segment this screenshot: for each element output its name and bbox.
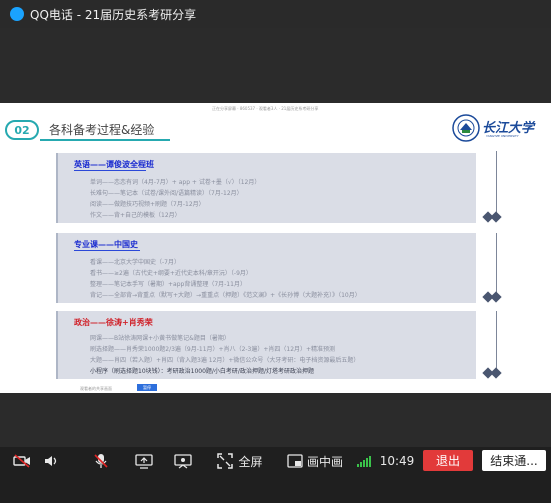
- qq-call-window: QQ电话 - 21届历史系考研分享 正在分享屏幕 · 860537 · 观看者3…: [0, 0, 551, 503]
- decor-line: [496, 311, 497, 375]
- speaker-button[interactable]: [40, 449, 62, 473]
- politics-heading: 政治——徐涛+肖秀荣: [74, 318, 153, 327]
- english-card: 英语——谭俊波全程班 单词——恋恋有词（4月-7月）+ app + 试卷+墨（√…: [56, 153, 476, 223]
- shared-screen-slide: 正在分享屏幕 · 860537 · 观看者3人 · 21届历史系考研分享 02 …: [0, 103, 551, 393]
- fullscreen-label: 全屏: [238, 454, 263, 469]
- heading-underline: [74, 250, 140, 251]
- fullscreen-icon: [217, 453, 234, 469]
- presentation-icon: [174, 453, 192, 468]
- card-line: 作文——背+自己的模板（12月）: [90, 212, 181, 219]
- end-call-button[interactable]: 结束通...: [482, 450, 546, 471]
- university-english-name: YANGTZE UNIVERSITY: [486, 134, 519, 138]
- speaker-icon: [45, 456, 57, 466]
- decor-diamond: [490, 291, 502, 303]
- presentation-button[interactable]: [172, 449, 194, 473]
- card-line: 长难句——笔记本（试卷/课外阅/语篇精读）（7月-12月）: [90, 190, 243, 197]
- section-underline: [40, 139, 170, 141]
- english-heading: 英语——谭俊波全程班: [74, 160, 154, 169]
- history-card: 专业课——中国史 看课——北京大学中国史（-7月） 看书——≥2遍（古代史+纲要…: [56, 233, 476, 303]
- card-line: 单词——恋恋有词（4月-7月）+ app + 试卷+墨（√）（12月）: [90, 179, 261, 186]
- video-off-button[interactable]: [10, 449, 34, 473]
- card-line: 大题——肖四（若入题）+肖四（背入题3遍 12月）+微信公众号（大牙考研：电子档…: [90, 357, 360, 364]
- card-line: 背记——全部背→背重点（默写+大题）→重重点（押题）《范文澜》+《长孙博（大题补…: [90, 292, 361, 299]
- university-logo: 长江大学 YANGTZE UNIVERSITY: [452, 114, 542, 144]
- exit-button[interactable]: 退出: [423, 450, 473, 471]
- share-info-bar: 正在分享屏幕 · 860537 · 观看者3人 · 21届历史系考研分享: [212, 106, 319, 111]
- card-line: 小程序（刷选择题10块钱）：考研政治1000题/小白考研/政治押题/灯塔考研政治…: [90, 368, 314, 375]
- camera-off-icon: [13, 454, 30, 468]
- decor-line: [496, 151, 497, 219]
- call-duration: 10:49: [378, 449, 416, 473]
- decor-diamond: [490, 367, 502, 379]
- fullscreen-button[interactable]: 全屏: [215, 449, 265, 473]
- signal-strength-icon: [354, 449, 374, 473]
- window-title: QQ电话 - 21届历史系考研分享: [30, 7, 197, 22]
- pip-button[interactable]: 画中画: [284, 449, 346, 473]
- mic-off-icon: [94, 454, 108, 468]
- card-line: 看书——≥2遍（古代史+纲要+近代史本科/章开沅）（-9月）: [90, 270, 252, 277]
- decor-line: [496, 233, 497, 299]
- section-title: 各科备考过程&经验: [49, 123, 155, 137]
- heading-underline: [74, 170, 146, 171]
- decor-diamond: [490, 211, 502, 223]
- card-line: 整理——笔记本手写（暑期）+app背诵整理（7月-11月）: [90, 281, 246, 288]
- card-line: 看课——北京大学中国史（-7月）: [90, 259, 180, 266]
- slide-footer-button[interactable]: 暂停: [137, 384, 157, 391]
- pip-label: 画中画: [306, 454, 343, 469]
- section-number: 02: [5, 120, 39, 140]
- pip-icon: [287, 454, 303, 468]
- history-heading: 专业课——中国史: [74, 240, 138, 249]
- card-line: 网课——B站徐涛网课+小黄书做笔记&题目（暑期）: [90, 335, 230, 342]
- call-time: 10:49: [379, 454, 415, 468]
- slide-footer-text: 观看者的共享画面: [80, 386, 112, 391]
- screen-share-icon: [135, 453, 153, 469]
- card-line: 刷选择题——肖秀荣1000题2/3遍（9月-11月）+肖八（2-3遍）+肖四（1…: [90, 346, 336, 353]
- mic-off-button[interactable]: [90, 449, 112, 473]
- title-bar: QQ电话 - 21届历史系考研分享: [0, 0, 551, 28]
- card-line: 阅读——做题技巧视频+刷题（7月-12月）: [90, 201, 205, 208]
- call-toolbar: 全屏 画中画 10:49 退出 结束通...: [0, 447, 551, 503]
- qq-call-icon: [10, 7, 24, 21]
- university-seal-icon: [452, 114, 480, 142]
- screen-share-button[interactable]: [133, 449, 155, 473]
- politics-card: 政治——徐涛+肖秀荣 网课——B站徐涛网课+小黄书做笔记&题目（暑期） 刷选择题…: [56, 311, 476, 379]
